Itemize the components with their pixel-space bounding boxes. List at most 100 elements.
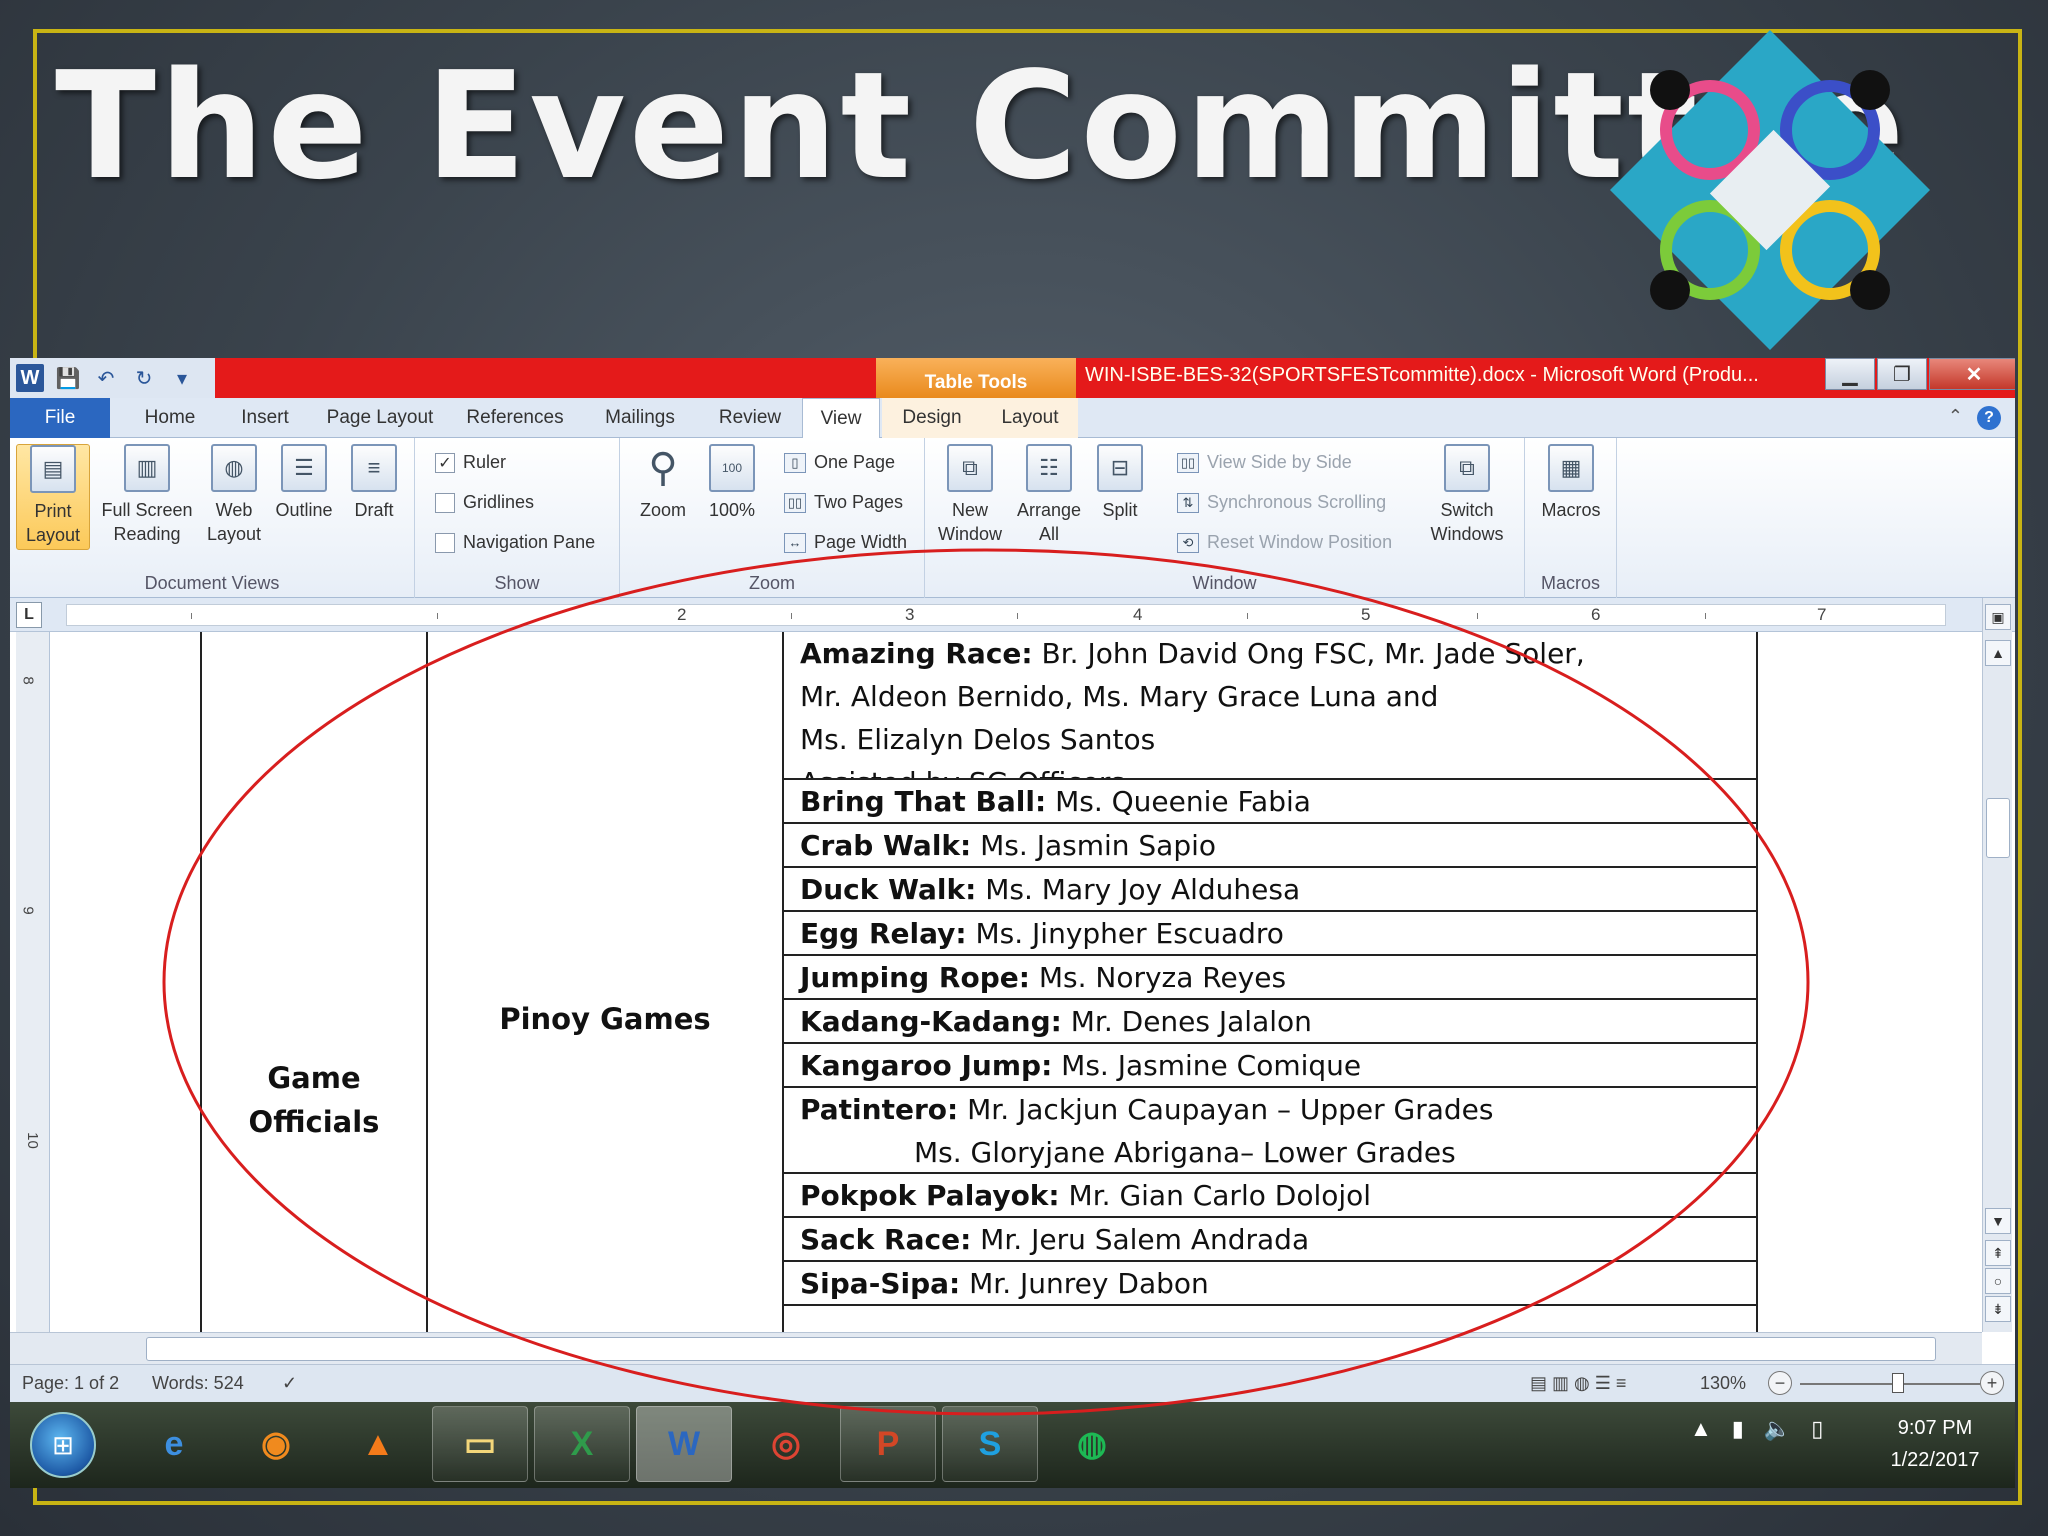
- minimize-ribbon-icon[interactable]: ⌃: [1948, 406, 1963, 430]
- powerpoint-icon[interactable]: P: [840, 1406, 936, 1482]
- tab-view[interactable]: View: [802, 398, 880, 438]
- help-icon[interactable]: ?: [1977, 406, 2001, 430]
- volume-icon[interactable]: 🔈: [1764, 1416, 1791, 1442]
- ruler-toggle-icon[interactable]: ▣: [1985, 604, 2011, 630]
- file-explorer-icon[interactable]: ▭: [432, 1406, 528, 1482]
- undo-icon[interactable]: ↶: [92, 364, 120, 392]
- zoom-level[interactable]: 130%: [1700, 1373, 1746, 1394]
- tab-insert[interactable]: Insert: [220, 398, 310, 438]
- table-cell-pinoy-games[interactable]: Pinoy Games: [428, 632, 784, 1332]
- tab-review[interactable]: Review: [700, 398, 800, 438]
- vertical-scrollbar[interactable]: ▣ ▲ ▼ ⇞ ○ ⇟: [1982, 598, 2012, 1332]
- side-by-side-icon: ▯▯: [1177, 452, 1199, 473]
- arrange-all-button[interactable]: ☷ Arrange All: [1011, 444, 1087, 546]
- print-layout-button[interactable]: ▤ Print Layout: [16, 444, 90, 550]
- switch-windows-button[interactable]: ⧉ Switch Windows: [1417, 444, 1517, 546]
- web-layout-button[interactable]: ◍ Web Layout: [204, 444, 264, 546]
- minimize-button[interactable]: ▁: [1825, 358, 1875, 390]
- tab-page-layout[interactable]: Page Layout: [315, 398, 445, 438]
- table-row[interactable]: Amazing Race: Br. John David Ong FSC, Mr…: [784, 632, 1758, 780]
- tab-mailings[interactable]: Mailings: [585, 398, 695, 438]
- start-button[interactable]: ⊞: [30, 1412, 96, 1478]
- two-pages-button[interactable]: ▯▯ Two Pages: [784, 492, 903, 513]
- official-names-continued: Mr. Aldeon Bernido, Ms. Mary Grace Luna …: [800, 680, 1439, 713]
- event-name: Crab Walk:: [800, 829, 972, 862]
- table-row[interactable]: Bring That Ball: Ms. Queenie Fabia: [784, 780, 1758, 824]
- page-count[interactable]: Page: 1 of 2: [22, 1373, 119, 1394]
- battery-icon[interactable]: ▯: [1811, 1416, 1823, 1442]
- zoom-in-button[interactable]: +: [1980, 1371, 2004, 1395]
- horizontal-scrollbar[interactable]: [10, 1332, 1982, 1364]
- system-clock[interactable]: 9:07 PM 1/22/2017: [1870, 1412, 2000, 1476]
- ruler-number: 8: [19, 676, 37, 685]
- tab-file[interactable]: File: [10, 398, 110, 438]
- navigation-pane-checkbox[interactable]: Navigation Pane: [435, 532, 595, 553]
- skype-icon[interactable]: S: [942, 1406, 1038, 1482]
- proofing-icon[interactable]: ✓: [282, 1373, 297, 1394]
- table-row[interactable]: Duck Walk: Ms. Mary Joy Alduhesa: [784, 868, 1758, 912]
- document-page[interactable]: Game Officials Pinoy Games Amazing Race:…: [50, 632, 1980, 1332]
- table-row[interactable]: Kangaroo Jump: Ms. Jasmine Comique: [784, 1044, 1758, 1088]
- internet-explorer-icon[interactable]: e: [126, 1406, 222, 1482]
- tab-references[interactable]: References: [455, 398, 575, 438]
- synchronous-scrolling-button[interactable]: ⇅ Synchronous Scrolling: [1177, 492, 1386, 513]
- zoom-slider-knob[interactable]: [1892, 1373, 1904, 1393]
- word-icon[interactable]: W: [16, 364, 44, 392]
- network-icon[interactable]: ▮: [1732, 1416, 1744, 1442]
- table-row[interactable]: Sipa-Sipa: Mr. Junrey Dabon: [784, 1262, 1758, 1306]
- close-button[interactable]: ✕: [1929, 358, 2015, 390]
- split-button[interactable]: ⊟ Split: [1093, 444, 1147, 522]
- scroll-thumb[interactable]: [146, 1337, 1936, 1361]
- previous-page-button[interactable]: ⇞: [1985, 1240, 2011, 1266]
- new-window-button[interactable]: ⧉ New Window: [935, 444, 1005, 546]
- redo-icon[interactable]: ↻: [130, 364, 158, 392]
- zoom-100-button[interactable]: 100 100%: [702, 444, 762, 522]
- zoom-slider[interactable]: [1800, 1383, 1980, 1385]
- scroll-thumb[interactable]: [1986, 798, 2010, 858]
- view-shortcuts[interactable]: ▤ ▥ ◍ ☰ ≡: [1530, 1373, 1626, 1394]
- zoom-out-button[interactable]: −: [1768, 1371, 1792, 1395]
- table-row[interactable]: Patintero: Mr. Jackjun Caupayan – Upper …: [784, 1088, 1758, 1174]
- firefox-icon[interactable]: ◉: [228, 1406, 324, 1482]
- full-screen-reading-button[interactable]: ▥ Full Screen Reading: [92, 444, 202, 546]
- outline-button[interactable]: ☰ Outline: [268, 444, 340, 522]
- next-page-button[interactable]: ⇟: [1985, 1296, 2011, 1322]
- restore-button[interactable]: ❐: [1877, 358, 1927, 390]
- tab-layout[interactable]: Layout: [982, 398, 1078, 438]
- page-width-button[interactable]: ↔ Page Width: [784, 532, 907, 553]
- horizontal-ruler[interactable]: L 2 3 4 5 6 7: [10, 598, 2015, 632]
- table-cell-category[interactable]: Game Officials: [200, 632, 428, 1332]
- chrome-icon[interactable]: ◎: [738, 1406, 834, 1482]
- ruler-checkbox[interactable]: ✓ Ruler: [435, 452, 506, 473]
- arrange-all-icon: ☷: [1026, 444, 1072, 492]
- customize-qat-icon[interactable]: ▾: [168, 364, 196, 392]
- vertical-ruler[interactable]: 8 9 10: [16, 632, 50, 1332]
- table-row[interactable]: Pokpok Palayok: Mr. Gian Carlo Dolojol: [784, 1174, 1758, 1218]
- scroll-down-button[interactable]: ▼: [1985, 1208, 2011, 1234]
- spotify-icon[interactable]: ◍: [1044, 1406, 1140, 1482]
- gridlines-checkbox[interactable]: Gridlines: [435, 492, 534, 513]
- table-row[interactable]: Egg Relay: Ms. Jinypher Escuadro: [784, 912, 1758, 956]
- tab-design[interactable]: Design: [882, 398, 982, 438]
- zoom-button[interactable]: ⚲ Zoom: [630, 444, 696, 522]
- view-side-by-side-button[interactable]: ▯▯ View Side by Side: [1177, 452, 1352, 473]
- save-icon[interactable]: 💾: [54, 364, 82, 392]
- show-hidden-icons[interactable]: ▲: [1690, 1416, 1712, 1442]
- reset-window-position-button[interactable]: ⟲ Reset Window Position: [1177, 532, 1392, 553]
- tab-home[interactable]: Home: [125, 398, 215, 438]
- draft-button[interactable]: ≡ Draft: [344, 444, 404, 522]
- macros-button[interactable]: ▦ Macros: [1533, 444, 1609, 522]
- word-count[interactable]: Words: 524: [152, 1373, 244, 1394]
- one-page-button[interactable]: ▯ One Page: [784, 452, 895, 473]
- table-row[interactable]: Kadang-Kadang: Mr. Denes Jalalon: [784, 1000, 1758, 1044]
- excel-icon[interactable]: X: [534, 1406, 630, 1482]
- table-row[interactable]: Jumping Rope: Ms. Noryza Reyes: [784, 956, 1758, 1000]
- table-row[interactable]: Crab Walk: Ms. Jasmin Sapio: [784, 824, 1758, 868]
- tab-selector[interactable]: L: [16, 602, 42, 628]
- browse-object-button[interactable]: ○: [1985, 1268, 2011, 1294]
- vlc-icon[interactable]: ▲: [330, 1406, 426, 1482]
- table-cell-officials[interactable]: Amazing Race: Br. John David Ong FSC, Mr…: [784, 632, 1758, 1332]
- word-taskbar-icon[interactable]: W: [636, 1406, 732, 1482]
- scroll-up-button[interactable]: ▲: [1985, 640, 2011, 666]
- table-row[interactable]: Sack Race: Mr. Jeru Salem Andrada: [784, 1218, 1758, 1262]
